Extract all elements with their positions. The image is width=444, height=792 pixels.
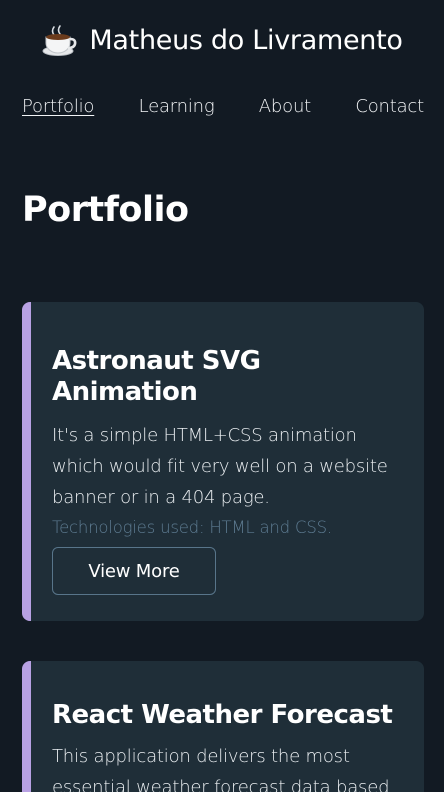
project-description: This application delivers the most essen…	[52, 746, 390, 792]
site-title: Matheus do Livramento	[89, 24, 403, 56]
project-title: React Weather Forecast	[52, 700, 393, 730]
project-card: Astronaut SVG Animation It's a simple HT…	[22, 302, 424, 621]
project-card: React Weather Forecast This application …	[22, 661, 424, 792]
project-technologies: Technologies used: HTML and CSS.	[52, 518, 332, 537]
project-title: Astronaut SVG Animation	[52, 346, 261, 407]
project-description: It's a simple HTML+CSS animation which w…	[52, 425, 388, 508]
page-title: Portfolio	[22, 190, 189, 230]
nav-item-learning[interactable]: Learning	[139, 96, 215, 117]
site-header: Matheus do Livramento	[0, 22, 444, 58]
page: Matheus do Livramento Portfolio Learning…	[0, 0, 444, 792]
coffee-cup-icon	[42, 25, 77, 56]
project-card-content: React Weather Forecast This application …	[52, 700, 406, 792]
nav-item-portfolio[interactable]: Portfolio	[22, 96, 94, 117]
project-card-content: Astronaut SVG Animation It's a simple HT…	[52, 346, 406, 595]
main-nav: Portfolio Learning About Contact	[22, 96, 424, 117]
nav-item-contact[interactable]: Contact	[355, 96, 424, 117]
view-more-button[interactable]: View More	[52, 547, 216, 595]
nav-item-about[interactable]: About	[259, 96, 311, 117]
